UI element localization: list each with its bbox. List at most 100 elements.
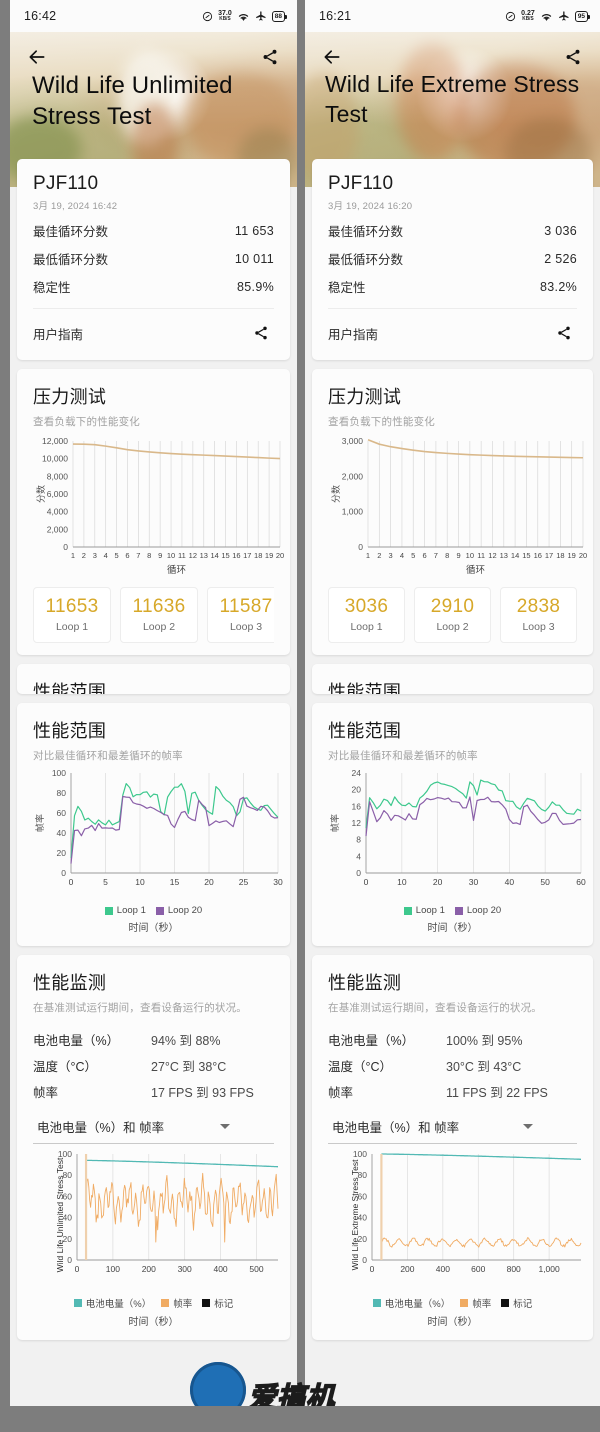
svg-text:80: 80 — [57, 788, 67, 798]
x-axis-label: 时间（秒） — [328, 919, 577, 934]
chevron-down-icon[interactable] — [220, 1124, 230, 1129]
share-icon[interactable] — [560, 44, 586, 70]
screenshot-stage: 16:42 37.0 KB/S 88 — [0, 0, 600, 1432]
svg-text:循环: 循环 — [466, 564, 485, 576]
svg-text:2,000: 2,000 — [342, 471, 364, 481]
summary-value: 85.9% — [237, 280, 274, 294]
dnd-icon — [505, 11, 516, 22]
user-guide-row[interactable]: 用户指南 — [328, 309, 577, 348]
svg-text:19: 19 — [568, 551, 576, 560]
hero-toolbar — [305, 42, 600, 72]
svg-text:Wild Life Extreme Stress Test: Wild Life Extreme Stress Test — [350, 1159, 360, 1270]
legend-label: 帧率 — [472, 1296, 491, 1310]
summary-label: 最低循环分数 — [328, 249, 403, 268]
svg-text:2,000: 2,000 — [47, 524, 69, 534]
performance-range-card-partial: 性能范围 — [17, 664, 290, 694]
svg-text:15: 15 — [522, 551, 530, 560]
loop-label: Loop 1 — [56, 621, 88, 633]
monitor-label: 温度（°C） — [33, 1056, 151, 1075]
svg-text:1,000: 1,000 — [342, 507, 364, 517]
monitor-value: 30°C 到 43°C — [446, 1056, 521, 1075]
monitor-value: 17 FPS 到 93 FPS — [151, 1082, 254, 1101]
share-icon[interactable] — [248, 320, 274, 346]
svg-text:16: 16 — [352, 801, 362, 811]
svg-text:帧率: 帧率 — [34, 814, 45, 832]
svg-text:7: 7 — [434, 551, 438, 560]
performance-monitoring-chart: 02040608010002004006008001,000Wild Life … — [328, 1144, 577, 1294]
stress-test-card: 压力测试 查看负载下的性能变化 02,0004,0006,0008,00010,… — [17, 369, 290, 655]
phone-screenshot-right: 16:21 0.27 KB/S 95 — [305, 0, 600, 1432]
back-arrow-icon[interactable] — [319, 44, 345, 70]
svg-text:13: 13 — [500, 551, 508, 560]
chevron-down-icon[interactable] — [523, 1124, 533, 1129]
svg-text:40: 40 — [57, 828, 67, 838]
svg-text:9: 9 — [456, 551, 460, 560]
performance-range-card-partial: 性能范围 — [312, 664, 593, 694]
legend-item: 标记 — [202, 1296, 233, 1310]
loop-score-item[interactable]: 2838 Loop 3 — [500, 587, 577, 643]
loop-score-item[interactable]: 3036 Loop 1 — [328, 587, 405, 643]
status-time: 16:21 — [319, 9, 351, 23]
performance-range-title: 性能范围 — [328, 717, 577, 743]
user-guide-row[interactable]: 用户指南 — [33, 309, 274, 348]
svg-text:2: 2 — [377, 551, 381, 560]
svg-text:0: 0 — [61, 868, 66, 878]
summary-row: 稳定性 83.2% — [328, 268, 577, 296]
summary-label: 最低循环分数 — [33, 249, 108, 268]
svg-text:3: 3 — [93, 551, 97, 560]
loop-score-item[interactable]: 11636 Loop 2 — [120, 587, 198, 643]
loop-score-list[interactable]: 3036 Loop 1 2910 Loop 2 2838 Loop 3 27 — [328, 587, 577, 643]
monitor-row: 电池电量（%） 100% 到 95% — [328, 1023, 577, 1049]
svg-text:0: 0 — [63, 542, 68, 552]
performance-range-title-partial: 性能范围 — [17, 664, 290, 694]
monitor-label: 帧率 — [33, 1082, 151, 1101]
status-time: 16:42 — [24, 9, 56, 23]
svg-text:60: 60 — [57, 808, 67, 818]
loop-label: Loop 2 — [436, 621, 468, 633]
legend-label: Loop 20 — [168, 905, 202, 916]
svg-text:500: 500 — [249, 1264, 263, 1274]
svg-text:4: 4 — [356, 851, 361, 861]
svg-text:50: 50 — [540, 877, 550, 887]
performance-range-title: 性能范围 — [33, 717, 274, 743]
loop-score-item[interactable]: 11587 Loop 3 — [207, 587, 274, 643]
svg-text:20: 20 — [204, 877, 214, 887]
content-scroll[interactable]: PJF110 3月 19, 2024 16:42 最佳循环分数 11 653 最… — [10, 159, 297, 1340]
loop-score-item[interactable]: 11653 Loop 1 — [33, 587, 111, 643]
svg-text:8,000: 8,000 — [47, 471, 69, 481]
svg-text:4: 4 — [400, 551, 404, 560]
legend-item: 电池电量（%） — [373, 1296, 450, 1310]
share-icon[interactable] — [257, 44, 283, 70]
legend-item: 帧率 — [460, 1296, 491, 1310]
svg-text:11: 11 — [477, 551, 485, 560]
monitor-metric-select[interactable]: 电池电量（%）和 帧率 — [328, 1117, 577, 1144]
loop-score-list[interactable]: 11653 Loop 1 11636 Loop 2 11587 Loop 3 — [33, 587, 274, 643]
back-arrow-icon[interactable] — [24, 44, 50, 70]
svg-text:25: 25 — [239, 877, 249, 887]
status-bar: 16:42 37.0 KB/S 88 — [10, 0, 297, 32]
monitor-row: 帧率 11 FPS 到 22 FPS — [328, 1075, 577, 1101]
performance-monitoring-legend: 电池电量（%） 帧率 标记 — [328, 1296, 577, 1310]
legend-label: 标记 — [513, 1296, 532, 1310]
svg-text:12: 12 — [352, 818, 362, 828]
monitor-metric-select[interactable]: 电池电量（%）和 帧率 — [33, 1117, 274, 1144]
legend-item: 标记 — [501, 1296, 532, 1310]
svg-text:5: 5 — [103, 877, 108, 887]
svg-text:30: 30 — [273, 877, 283, 887]
battery-level: 95 — [578, 13, 585, 20]
wifi-icon — [540, 11, 553, 22]
svg-text:200: 200 — [400, 1264, 414, 1274]
svg-text:20: 20 — [57, 848, 67, 858]
share-icon[interactable] — [551, 320, 577, 346]
user-guide-label: 用户指南 — [33, 324, 83, 343]
monitor-value: 27°C 到 38°C — [151, 1056, 226, 1075]
loop-score-item[interactable]: 2910 Loop 2 — [414, 587, 491, 643]
content-scroll[interactable]: PJF110 3月 19, 2024 16:20 最佳循环分数 3 036 最低… — [305, 159, 600, 1340]
loop-score: 11653 — [46, 597, 99, 617]
legend-item: Loop 1 — [105, 905, 146, 916]
summary-row: 最佳循环分数 11 653 — [33, 212, 274, 240]
performance-monitoring-subtitle: 在基准测试运行期间，查看设备运行的状况。 — [33, 1000, 274, 1015]
summary-row: 最佳循环分数 3 036 — [328, 212, 577, 240]
loop-label: Loop 1 — [350, 621, 382, 633]
svg-text:11: 11 — [178, 551, 186, 560]
